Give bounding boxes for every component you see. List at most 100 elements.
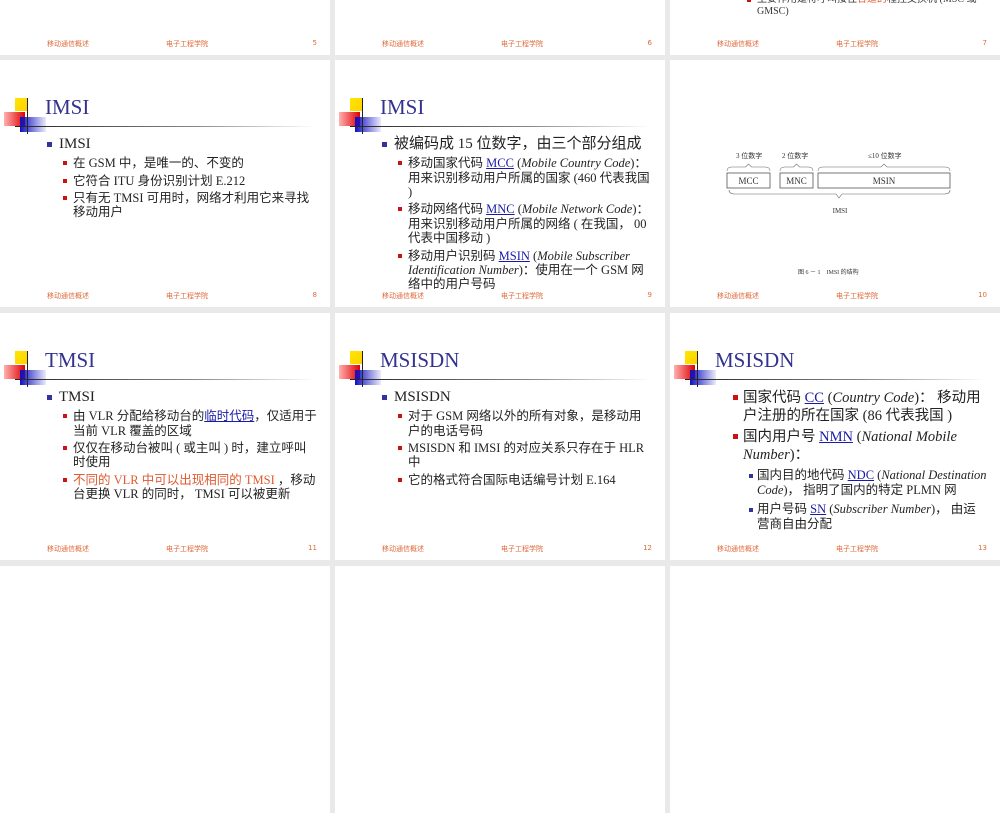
field-label: MSIN (873, 176, 896, 186)
title-decoration (350, 126, 650, 127)
bullet-item: 它符合 ITU 身份识别计划 E.212 (0, 174, 318, 188)
title-decoration (690, 370, 716, 385)
text-run: )， 指明了国内的特定 PLMN 网 (783, 483, 957, 498)
bullet-item: MSISDN 和 IMSI 的对应关系只存在于 HLR 中 (335, 441, 653, 470)
field-label: MCC (738, 176, 758, 186)
footer-school-name: 电子工程学院 (836, 292, 878, 300)
bullet-item: 由 VLR 分配给移动台的临时代码，仅适用于当前 VLR 覆盖的区域 (0, 409, 318, 438)
slide-thumbnail[interactable]: 主要作用是将呼叫接往合适的程控交换机 (MSC 或 GMSC) 移动通信概述 电子工… (670, 0, 1000, 55)
imsi-label: IMSI (833, 207, 848, 215)
bullet-item: IMSI (0, 136, 318, 153)
slide-thumbnail[interactable] (0, 566, 330, 813)
footer-course-name: 移动通信概述 (717, 40, 759, 48)
slide-number: 8 (312, 291, 317, 299)
text-run: 不同的 VLR 中可以出现相同的 TMSI (73, 472, 275, 487)
hyperlink[interactable]: MSIN (499, 249, 530, 263)
footer-school-name: 电子工程学院 (836, 40, 878, 48)
text-run: 移动国家代码 (408, 156, 487, 171)
title-decoration (362, 351, 363, 387)
footer-course-name: 移动通信概述 (47, 292, 89, 300)
brace (779, 163, 814, 172)
slide-number: 10 (978, 291, 987, 299)
footer-school-name: 电子工程学院 (166, 40, 208, 48)
slide-title: MSISDN (715, 348, 795, 372)
slide-thumbnail[interactable]: MCC 3 位数字 MNC 2 位数字 MSIN ≤10 位数字 IMSI 图 6 － 1 I… (670, 60, 1000, 307)
bullet-item: 国家代码 CC (Country Code)： 移动用户注册的所在国家 (86 … (670, 389, 988, 425)
slide-title: TMSI (45, 348, 96, 372)
slide-thumbnail[interactable]: IMSI IMSI 在 GSM 中，是唯一的、不变的 它符合 ITU 身份识别计划 E… (0, 60, 330, 307)
bullet-item: 移动网络代码 MNC (Mobile Network Code)：用来识别移动用… (335, 202, 653, 245)
footer-school-name: 电子工程学院 (501, 545, 543, 553)
footer-school-name: 电子工程学院 (501, 40, 543, 48)
slide-number: 12 (643, 544, 652, 552)
slide-thumbnail[interactable]: 移动通信概述 电子工程学院 5 (0, 0, 330, 55)
bullet-item: 被编码成 15 位数字，由三个部分组成 (335, 136, 653, 153)
slide-thumbnail[interactable]: IMSI 被编码成 15 位数字，由三个部分组成 移动国家代码 MCC (Mobil… (335, 60, 665, 307)
slide-thumbnail[interactable]: 移动通信概述 电子工程学院 6 (335, 0, 665, 55)
slide-title: MSISDN (380, 348, 460, 372)
text-run: 它的格式符合国际电话编号计划 E.164 (408, 472, 616, 487)
slide-thumbnail[interactable] (335, 566, 665, 813)
brace (817, 163, 951, 172)
text-run: 国内目的地代码 (757, 467, 848, 482)
bullet-item: 移动国家代码 MCC (Mobile Country Code)：用来识别移动用… (335, 156, 653, 199)
footer-course-name: 移动通信概述 (47, 40, 89, 48)
slide-body: 被编码成 15 位数字，由三个部分组成移动国家代码 MCC (Mobile Co… (335, 136, 653, 295)
text-run: 只有无 TMSI 可用时，网络才利用它来寻找移动用户 (73, 191, 310, 220)
bullet-item: 移动用户识别码 MSIN (Mobile Subscriber Identifi… (335, 249, 653, 292)
text-run: 用户号码 (757, 501, 811, 516)
title-decoration (15, 379, 315, 380)
slide-body: 国家代码 CC (Country Code)： 移动用户注册的所在国家 (86 … (670, 389, 988, 536)
text-run: 主要作用是将呼叫接往 (757, 0, 857, 5)
text-run: 国家代码 (743, 390, 805, 406)
text-run: IMSI (59, 136, 91, 152)
text-run: TMSI (59, 389, 95, 405)
text-run: 移动网络代码 (408, 202, 487, 217)
slide-thumbnail[interactable]: TMSI TMSI 由 VLR 分配给移动台的临时代码，仅适用于当前 VLR 覆盖的… (0, 313, 330, 560)
text-run: 由 VLR 分配给移动台的 (73, 409, 205, 424)
slide-number: 7 (982, 39, 987, 47)
hyperlink[interactable]: MCC (486, 156, 514, 170)
text-run: Subscriber Number (833, 501, 931, 516)
text-run: 国内用户号 (743, 429, 820, 446)
hyperlink[interactable]: 临时代码 (204, 409, 254, 423)
slide-thumbnail[interactable]: MSISDN MSISDN 对于 GSM 网络以外的所有对象，是移动用户的电话号码 M… (335, 313, 665, 560)
bullet-item: 国内目的地代码 NDC (National Destination Code)，… (670, 468, 988, 499)
footer-course-name: 移动通信概述 (717, 292, 759, 300)
text-run: 对于 GSM 网络以外的所有对象，是移动用户的电话号码 (408, 409, 642, 438)
bullet-item: TMSI (0, 389, 318, 406)
slide-number: 9 (647, 291, 652, 299)
hyperlink[interactable]: MNC (486, 202, 514, 216)
text-run: 被编码成 15 位数字，由三个部分组成 (394, 136, 642, 152)
field-label: MNC (786, 176, 807, 186)
footer-school-name: 电子工程学院 (501, 292, 543, 300)
digit-count-label: ≤10 位数字 (868, 151, 902, 160)
bullet-item: MSISDN (335, 389, 653, 406)
bullet-item: 国内用户号 NMN (National Mobile Number)： (670, 428, 988, 464)
title-decoration (362, 98, 363, 134)
slide-number: 11 (308, 544, 317, 552)
slide-thumbnail[interactable]: MSISDN 国家代码 CC (Country Code)： 移动用户注册的所在国… (670, 313, 1000, 560)
title-decoration (685, 379, 985, 380)
brace (728, 189, 951, 199)
text-run: 在 GSM 中，是唯一的、不变的 (73, 156, 244, 171)
hyperlink[interactable]: NMN (819, 429, 853, 445)
hyperlink[interactable]: NDC (848, 468, 874, 482)
bullet-item: 只有无 TMSI 可用时，网络才利用它来寻找移动用户 (0, 191, 318, 220)
slide-number: 13 (978, 544, 987, 552)
bullet-item: 不同的 VLR 中可以出现相同的 TMSI ，移动台更换 VLR 的同时， TM… (0, 473, 318, 502)
text-run: 它符合 ITU 身份识别计划 E.212 (73, 173, 246, 188)
digit-count-label: 2 位数字 (782, 151, 808, 160)
text-run: Mobile Country Code (521, 156, 631, 171)
hyperlink[interactable]: SN (810, 502, 826, 516)
slide-thumbnail[interactable] (670, 566, 1000, 813)
text-run: Country Code (832, 390, 915, 406)
title-decoration (15, 126, 315, 127)
bullet-item: 用户号码 SN (Subscriber Number)， 由运营商自由分配 (670, 502, 988, 533)
footer-course-name: 移动通信概述 (382, 40, 424, 48)
hyperlink[interactable]: CC (805, 390, 824, 406)
bullet-item: 主要作用是将呼叫接往合适的程控交换机 (MSC 或 GMSC) (745, 0, 1000, 17)
title-decoration (697, 351, 698, 387)
title-decoration (355, 117, 381, 132)
slide-title: IMSI (45, 95, 90, 119)
